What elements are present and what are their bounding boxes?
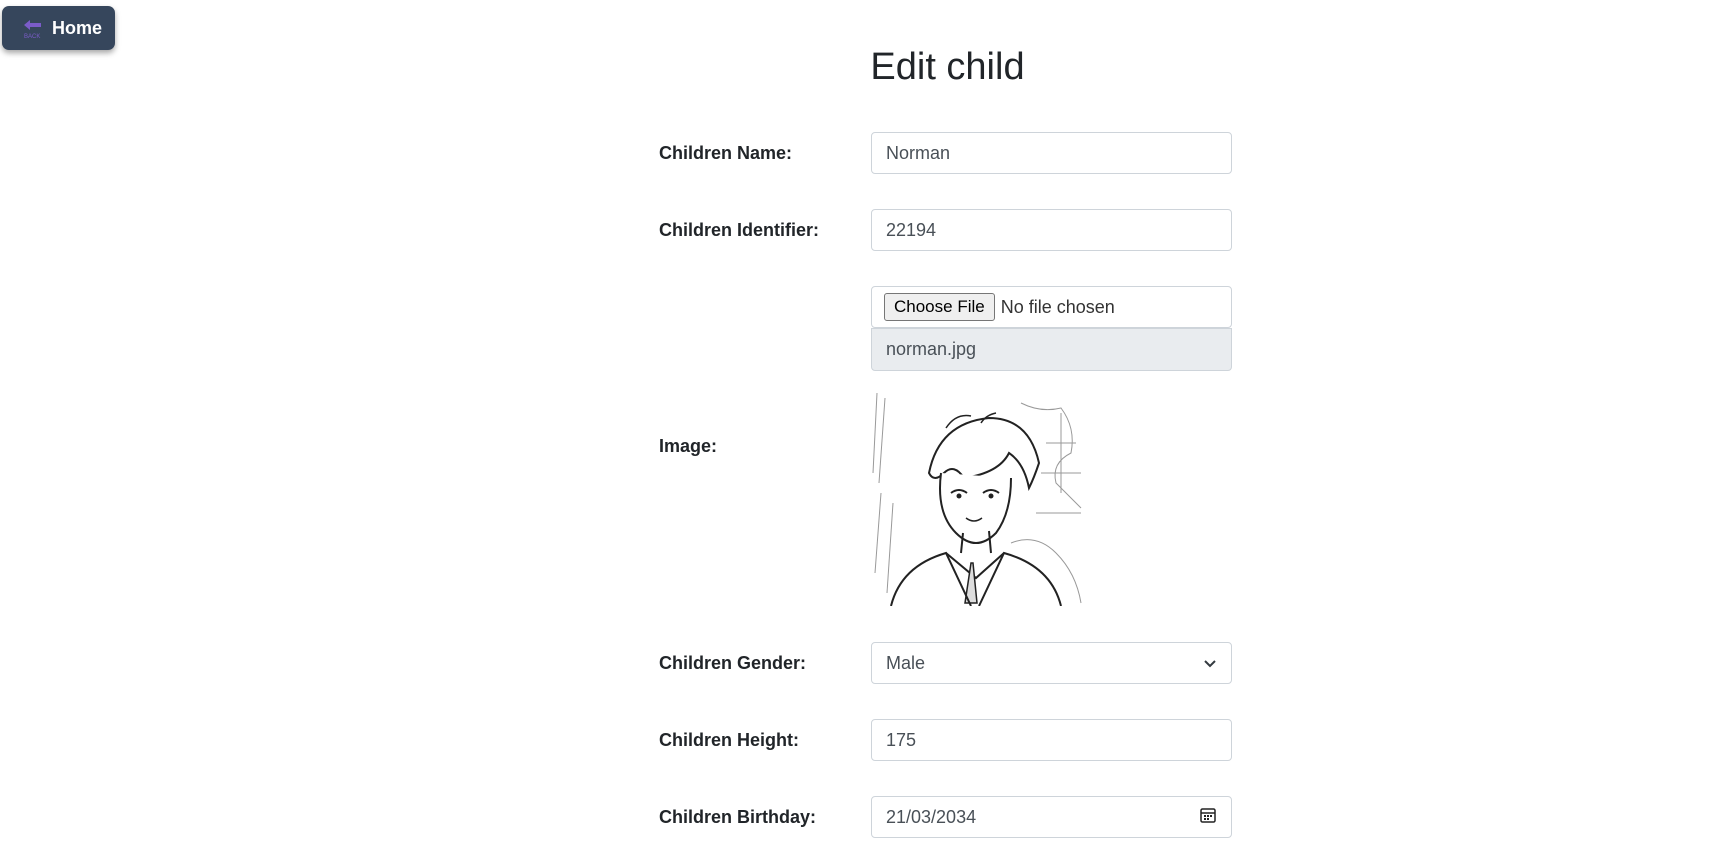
gender-label: Children Gender: <box>659 653 807 673</box>
chevron-down-icon <box>1203 653 1217 674</box>
home-button[interactable]: BACK Home <box>2 6 115 50</box>
calendar-icon[interactable] <box>1199 806 1217 829</box>
child-portrait-image <box>871 393 1085 606</box>
identifier-input[interactable]: 22194 <box>871 209 1232 251</box>
birthday-label: Children Birthday: <box>659 807 817 827</box>
height-label: Children Height: <box>659 730 799 750</box>
name-value: Norman <box>886 142 951 163</box>
image-file-input[interactable]: Choose File No file chosen <box>871 286 1232 328</box>
name-input[interactable]: Norman <box>871 132 1232 174</box>
birthday-value: 21/03/2034 <box>886 806 977 827</box>
home-label: Home <box>52 17 103 38</box>
identifier-value: 22194 <box>886 219 937 240</box>
choose-file-button[interactable]: Choose File <box>884 293 995 321</box>
current-image-filename: norman.jpg <box>871 328 1232 371</box>
height-input[interactable]: 175 <box>871 719 1232 761</box>
image-label: Image: <box>659 436 718 456</box>
height-value: 175 <box>886 729 917 750</box>
file-status-text: No file chosen <box>1000 296 1115 317</box>
gender-selected-value: Male <box>886 652 926 673</box>
current-filename-text: norman.jpg <box>886 339 977 359</box>
identifier-label: Children Identifier: <box>659 220 820 240</box>
svg-text:BACK: BACK <box>24 34 40 40</box>
gender-select[interactable]: Male <box>871 642 1232 684</box>
name-label: Children Name: <box>659 143 793 163</box>
birthday-date-input[interactable]: 21/03/2034 <box>871 796 1232 838</box>
back-arrow-icon: BACK <box>20 16 46 40</box>
page-title: Edit child <box>870 46 1025 88</box>
